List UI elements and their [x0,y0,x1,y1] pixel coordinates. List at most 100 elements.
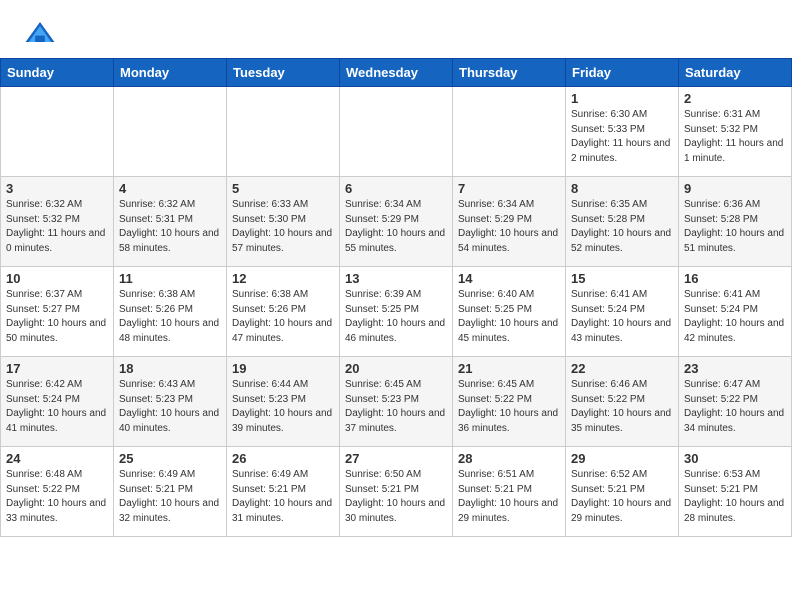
day-info: Sunrise: 6:34 AM Sunset: 5:29 PM Dayligh… [345,199,445,254]
calendar-day-13: 13 Sunrise: 6:39 AM Sunset: 5:25 PM Dayli… [340,267,453,357]
day-info: Sunrise: 6:38 AM Sunset: 5:26 PM Dayligh… [119,289,219,344]
day-number: 15 [571,271,673,286]
day-info: Sunrise: 6:49 AM Sunset: 5:21 PM Dayligh… [232,469,332,524]
calendar-day-24: 24 Sunrise: 6:48 AM Sunset: 5:22 PM Dayli… [1,447,114,537]
calendar-day-22: 22 Sunrise: 6:46 AM Sunset: 5:22 PM Dayli… [566,357,679,447]
day-info: Sunrise: 6:35 AM Sunset: 5:28 PM Dayligh… [571,199,671,254]
column-header-wednesday: Wednesday [340,59,453,87]
calendar-day-17: 17 Sunrise: 6:42 AM Sunset: 5:24 PM Dayli… [1,357,114,447]
calendar-day-2: 2Sunrise: 6:31 AM Sunset: 5:32 PM Daylig… [679,87,792,177]
day-number: 22 [571,361,673,376]
day-info: Sunrise: 6:51 AM Sunset: 5:21 PM Dayligh… [458,469,558,524]
calendar-week-4: 17 Sunrise: 6:42 AM Sunset: 5:24 PM Dayli… [1,357,792,447]
day-number: 24 [6,451,108,466]
calendar-day-4: 4 Sunrise: 6:32 AM Sunset: 5:31 PM Daylig… [114,177,227,267]
calendar-day-23: 23 Sunrise: 6:47 AM Sunset: 5:22 PM Dayli… [679,357,792,447]
day-info: Sunrise: 6:32 AM Sunset: 5:31 PM Dayligh… [119,199,219,254]
calendar-week-1: 1Sunrise: 6:30 AM Sunset: 5:33 PM Daylig… [1,87,792,177]
day-number: 6 [345,181,447,196]
day-number: 4 [119,181,221,196]
logo-icon [24,18,56,50]
day-number: 3 [6,181,108,196]
day-number: 10 [6,271,108,286]
day-info: Sunrise: 6:52 AM Sunset: 5:21 PM Dayligh… [571,469,671,524]
day-info: Sunrise: 6:47 AM Sunset: 5:22 PM Dayligh… [684,379,784,434]
empty-cell [340,87,453,177]
day-info: Sunrise: 6:42 AM Sunset: 5:24 PM Dayligh… [6,379,106,434]
day-number: 29 [571,451,673,466]
column-header-thursday: Thursday [453,59,566,87]
column-header-sunday: Sunday [1,59,114,87]
calendar-day-18: 18 Sunrise: 6:43 AM Sunset: 5:23 PM Dayli… [114,357,227,447]
day-info: Sunrise: 6:45 AM Sunset: 5:22 PM Dayligh… [458,379,558,434]
calendar-header-row: SundayMondayTuesdayWednesdayThursdayFrid… [1,59,792,87]
calendar-day-7: 7 Sunrise: 6:34 AM Sunset: 5:29 PM Daylig… [453,177,566,267]
day-info: Sunrise: 6:46 AM Sunset: 5:22 PM Dayligh… [571,379,671,434]
day-info: Sunrise: 6:48 AM Sunset: 5:22 PM Dayligh… [6,469,106,524]
header [0,0,792,58]
empty-cell [1,87,114,177]
calendar-day-16: 16Sunrise: 6:41 AM Sunset: 5:24 PM Dayli… [679,267,792,357]
column-header-tuesday: Tuesday [227,59,340,87]
day-number: 5 [232,181,334,196]
calendar-week-5: 24 Sunrise: 6:48 AM Sunset: 5:22 PM Dayli… [1,447,792,537]
calendar-day-12: 12Sunrise: 6:38 AM Sunset: 5:26 PM Dayli… [227,267,340,357]
calendar-day-21: 21Sunrise: 6:45 AM Sunset: 5:22 PM Dayli… [453,357,566,447]
day-number: 27 [345,451,447,466]
calendar-day-25: 25 Sunrise: 6:49 AM Sunset: 5:21 PM Dayli… [114,447,227,537]
day-number: 14 [458,271,560,286]
calendar-day-19: 19 Sunrise: 6:44 AM Sunset: 5:23 PM Dayli… [227,357,340,447]
day-info: Sunrise: 6:32 AM Sunset: 5:32 PM Dayligh… [6,199,105,254]
calendar-day-1: 1Sunrise: 6:30 AM Sunset: 5:33 PM Daylig… [566,87,679,177]
day-number: 25 [119,451,221,466]
calendar-day-8: 8 Sunrise: 6:35 AM Sunset: 5:28 PM Daylig… [566,177,679,267]
calendar-day-20: 20 Sunrise: 6:45 AM Sunset: 5:23 PM Dayli… [340,357,453,447]
day-number: 17 [6,361,108,376]
calendar-day-10: 10 Sunrise: 6:37 AM Sunset: 5:27 PM Dayli… [1,267,114,357]
day-number: 18 [119,361,221,376]
calendar-day-27: 27 Sunrise: 6:50 AM Sunset: 5:21 PM Dayli… [340,447,453,537]
day-number: 11 [119,271,221,286]
day-info: Sunrise: 6:39 AM Sunset: 5:25 PM Dayligh… [345,289,445,344]
day-number: 8 [571,181,673,196]
day-number: 19 [232,361,334,376]
day-number: 12 [232,271,334,286]
column-header-saturday: Saturday [679,59,792,87]
day-info: Sunrise: 6:43 AM Sunset: 5:23 PM Dayligh… [119,379,219,434]
day-number: 7 [458,181,560,196]
calendar-day-30: 30Sunrise: 6:53 AM Sunset: 5:21 PM Dayli… [679,447,792,537]
day-info: Sunrise: 6:49 AM Sunset: 5:21 PM Dayligh… [119,469,219,524]
column-header-monday: Monday [114,59,227,87]
day-info: Sunrise: 6:34 AM Sunset: 5:29 PM Dayligh… [458,199,558,254]
day-info: Sunrise: 6:37 AM Sunset: 5:27 PM Dayligh… [6,289,106,344]
logo [24,18,60,50]
empty-cell [453,87,566,177]
day-info: Sunrise: 6:41 AM Sunset: 5:24 PM Dayligh… [571,289,671,344]
day-number: 16 [684,271,786,286]
calendar-day-6: 6 Sunrise: 6:34 AM Sunset: 5:29 PM Daylig… [340,177,453,267]
calendar: SundayMondayTuesdayWednesdayThursdayFrid… [0,58,792,537]
calendar-day-11: 11 Sunrise: 6:38 AM Sunset: 5:26 PM Dayli… [114,267,227,357]
day-number: 23 [684,361,786,376]
calendar-day-5: 5 Sunrise: 6:33 AM Sunset: 5:30 PM Daylig… [227,177,340,267]
calendar-day-29: 29 Sunrise: 6:52 AM Sunset: 5:21 PM Dayli… [566,447,679,537]
calendar-day-3: 3 Sunrise: 6:32 AM Sunset: 5:32 PM Daylig… [1,177,114,267]
day-number: 9 [684,181,786,196]
day-number: 20 [345,361,447,376]
day-number: 26 [232,451,334,466]
day-info: Sunrise: 6:40 AM Sunset: 5:25 PM Dayligh… [458,289,558,344]
calendar-day-26: 26 Sunrise: 6:49 AM Sunset: 5:21 PM Dayli… [227,447,340,537]
day-info: Sunrise: 6:45 AM Sunset: 5:23 PM Dayligh… [345,379,445,434]
day-info: Sunrise: 6:30 AM Sunset: 5:33 PM Dayligh… [571,109,670,164]
calendar-week-2: 3 Sunrise: 6:32 AM Sunset: 5:32 PM Daylig… [1,177,792,267]
day-info: Sunrise: 6:50 AM Sunset: 5:21 PM Dayligh… [345,469,445,524]
day-info: Sunrise: 6:33 AM Sunset: 5:30 PM Dayligh… [232,199,332,254]
day-info: Sunrise: 6:53 AM Sunset: 5:21 PM Dayligh… [684,469,784,524]
column-header-friday: Friday [566,59,679,87]
day-info: Sunrise: 6:44 AM Sunset: 5:23 PM Dayligh… [232,379,332,434]
day-number: 28 [458,451,560,466]
day-info: Sunrise: 6:36 AM Sunset: 5:28 PM Dayligh… [684,199,784,254]
calendar-week-3: 10 Sunrise: 6:37 AM Sunset: 5:27 PM Dayli… [1,267,792,357]
day-number: 13 [345,271,447,286]
empty-cell [227,87,340,177]
